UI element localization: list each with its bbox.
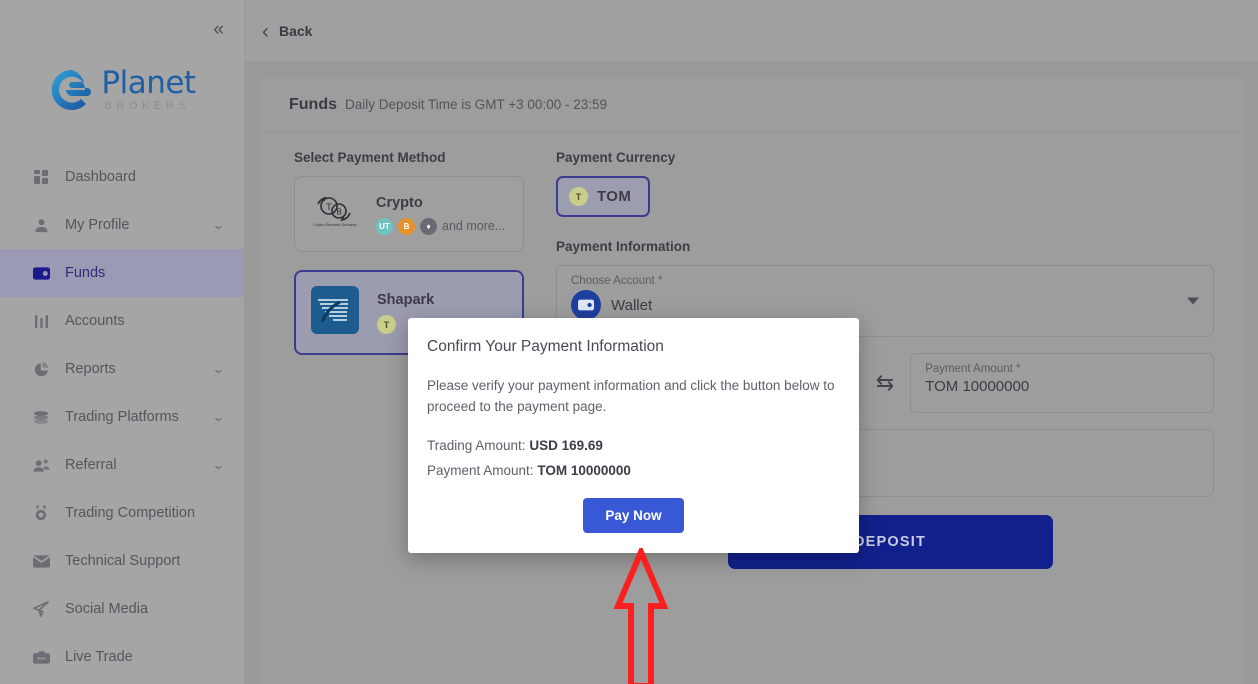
payment-method-more-text: and more... — [442, 219, 506, 233]
funds-card-header: Funds Daily Deposit Time is GMT +3 00:00… — [259, 79, 1244, 132]
sidebar-item-label: Funds — [65, 265, 106, 281]
usdt-coin-icon: UT — [376, 217, 393, 235]
modal-trading-amount-value: USD 169.69 — [529, 437, 603, 453]
sidebar-item-social-media[interactable]: Social Media — [0, 585, 244, 633]
sidebar-collapse-icon[interactable]: « — [213, 20, 223, 39]
sliders-icon — [30, 311, 52, 331]
sidebar-item-label: Trading Competition — [65, 505, 196, 521]
eth-coin-icon: ♦ — [420, 217, 437, 235]
swap-arrows-icon: ⇆ — [875, 370, 895, 395]
chevron-down-icon[interactable]: ⌄ — [212, 217, 226, 233]
tom-coin-icon: T — [377, 315, 396, 334]
user-icon — [30, 215, 52, 235]
sidebar-item-dashboard[interactable]: Dashboard — [0, 153, 244, 201]
grid-icon — [30, 167, 52, 187]
modal-trading-amount-label: Trading Amount: — [427, 437, 526, 453]
sidebar-item-label: Social Media — [65, 601, 149, 617]
planet-e-icon — [48, 66, 96, 114]
payment-amount-value: TOM 10000000 — [925, 378, 1030, 395]
modal-title: Confirm Your Payment Information — [427, 338, 664, 355]
wallet-avatar-icon — [571, 290, 601, 320]
sidebar-item-label: Accounts — [65, 313, 125, 329]
chevron-left-icon: ‹ — [262, 19, 269, 43]
sidebar-item-label: Technical Support — [65, 553, 181, 569]
envelope-icon — [30, 551, 52, 571]
payment-method-info: Crypto UT B ♦ and more... — [376, 194, 505, 235]
users-icon — [30, 455, 52, 475]
currency-chip-label: TOM — [597, 188, 632, 205]
sidebar-item-label: Trading Platforms — [65, 409, 179, 425]
payment-method-name: Crypto — [376, 194, 423, 211]
modal-trading-amount-row: Trading Amount: USD 169.69 — [427, 434, 840, 459]
wallet-icon — [30, 263, 52, 283]
chevron-down-icon[interactable]: ⌄ — [212, 409, 226, 425]
sidebar-nav: Dashboard My Profile ⌄ Funds Accounts Re… — [0, 153, 244, 681]
sidebar-item-label: Referral — [65, 457, 117, 473]
sidebar-item-live-trade[interactable]: Live Trade — [0, 633, 244, 681]
briefcase-icon — [30, 647, 52, 667]
top-bar: ‹ Back — [245, 0, 1258, 63]
sidebar-item-technical-support[interactable]: Technical Support — [0, 537, 244, 585]
payment-currency-title: Payment Currency — [556, 150, 676, 165]
crypto-payment-gateway-logo: T B Crypto Payment Gateway — [310, 193, 362, 236]
pay-now-button[interactable]: Pay Now — [583, 497, 684, 533]
brand-logo: Planet BROKERS — [0, 45, 244, 131]
sidebar-item-label: My Profile — [65, 217, 130, 233]
payment-amount-label: Payment Amount * — [925, 363, 1021, 375]
modal-payment-amount-label: Payment Amount: — [427, 462, 534, 478]
back-button[interactable]: ‹ Back — [262, 21, 312, 42]
tom-currency-icon: T — [569, 187, 588, 206]
brand-name: Planet — [101, 65, 196, 101]
sidebar-item-trading-competition[interactable]: Trading Competition — [0, 489, 244, 537]
payment-method-name: Shapark — [377, 292, 435, 308]
shapark-logo — [311, 286, 363, 339]
medal-icon — [30, 503, 52, 523]
app-root: « Planet BROKERS Dashboard My Profile ⌄ … — [0, 0, 1258, 684]
modal-payment-amount-row: Payment Amount: TOM 10000000 — [427, 459, 840, 484]
sidebar-item-label: Dashboard — [65, 169, 136, 185]
sidebar-item-label: Live Trade — [65, 649, 133, 665]
payment-method-title: Select Payment Method — [294, 150, 446, 165]
brand-tagline: BROKERS — [104, 100, 191, 112]
pie-chart-icon — [30, 359, 52, 379]
payment-information-title: Payment Information — [556, 239, 691, 254]
payment-amount-field[interactable]: Payment Amount * TOM 10000000 — [910, 353, 1214, 413]
chevron-down-icon[interactable]: ⌄ — [212, 457, 226, 473]
payment-method-crypto[interactable]: T B Crypto Payment Gateway Crypto UT B ♦… — [294, 176, 524, 252]
modal-payment-amount-value: TOM 10000000 — [537, 462, 631, 478]
sidebar-item-referral[interactable]: Referral ⌄ — [0, 441, 244, 489]
chevron-down-icon[interactable]: ⌄ — [212, 361, 226, 377]
page-title: Funds — [289, 96, 337, 113]
confirm-payment-modal: Confirm Your Payment Information Please … — [408, 318, 859, 553]
choose-account-label: Choose Account * — [571, 275, 663, 287]
choose-account-value: Wallet — [611, 296, 653, 314]
sidebar-topbar: « — [0, 0, 244, 45]
svg-text:B: B — [336, 207, 342, 216]
sidebar-item-accounts[interactable]: Accounts — [0, 297, 244, 345]
btc-coin-icon: B — [398, 217, 415, 235]
choose-account-value-row: Wallet — [571, 290, 1199, 320]
sidebar: « Planet BROKERS Dashboard My Profile ⌄ … — [0, 0, 245, 684]
sidebar-item-funds[interactable]: Funds — [0, 249, 244, 297]
brand-text: Planet BROKERS — [101, 65, 196, 112]
paper-plane-icon — [30, 599, 52, 619]
deposit-time-note: Daily Deposit Time is GMT +3 00:00 - 23:… — [345, 97, 607, 112]
sidebar-item-reports[interactable]: Reports ⌄ — [0, 345, 244, 393]
svg-text:T: T — [325, 203, 332, 213]
currency-chip-tom[interactable]: T TOM — [556, 176, 651, 217]
caret-down-icon[interactable] — [1187, 297, 1199, 305]
layers-icon — [30, 407, 52, 427]
modal-description: Please verify your payment information a… — [427, 378, 835, 414]
sidebar-item-my-profile[interactable]: My Profile ⌄ — [0, 201, 244, 249]
svg-text:Crypto Payment Gateway: Crypto Payment Gateway — [313, 223, 356, 227]
back-button-label: Back — [279, 23, 313, 39]
sidebar-item-label: Reports — [65, 361, 116, 377]
payment-method-coins: UT B ♦ and more... — [376, 217, 506, 235]
sidebar-item-trading-platforms[interactable]: Trading Platforms ⌄ — [0, 393, 244, 441]
